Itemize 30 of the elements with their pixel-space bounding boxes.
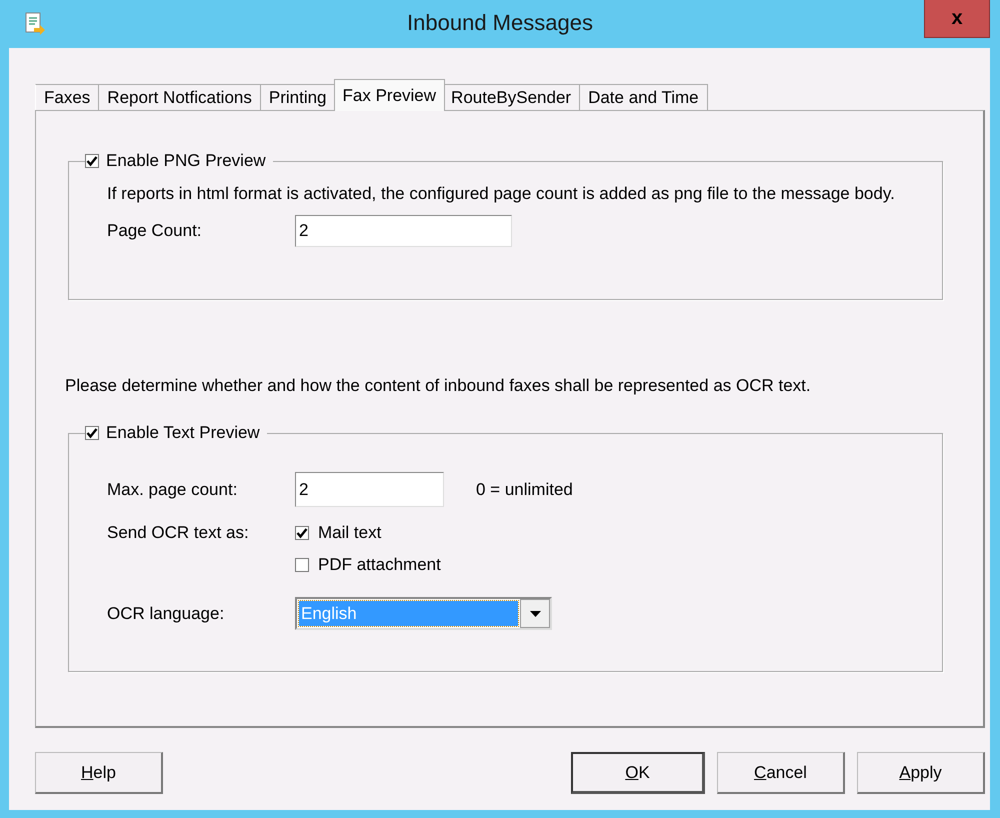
input-field[interactable]: 2 [295,472,444,507]
field-label: Send OCR text as: [107,523,250,543]
instruction-text: Please determine whether and how the content of inbound faxes shall be represented as OCR text. [65,376,812,396]
dialog-button[interactable]: Cancel [717,752,845,794]
tab[interactable]: Fax Preview [334,79,446,111]
checkbox[interactable] [85,154,99,168]
close-button[interactable]: x [924,0,990,38]
dialog-button[interactable]: OK [571,752,705,794]
field-label: Page Count: [107,221,203,241]
checkbox-label[interactable]: Mail text [318,523,382,543]
field-label: Max. page count: [107,480,238,500]
input-field[interactable]: 2 [295,215,512,247]
dialog-button[interactable]: Help [35,752,163,794]
checkbox[interactable] [295,558,309,572]
dialog-button[interactable]: Apply [857,752,985,794]
app-icon [24,12,46,36]
checkbox[interactable] [85,426,99,440]
dropdown-arrow-icon[interactable] [530,610,540,616]
tab[interactable]: Faxes [35,84,100,110]
tab[interactable]: RouteBySender [443,84,580,110]
checkbox-label[interactable]: PDF attachment [318,555,441,575]
window-title: Inbound Messages [407,10,593,35]
checkbox-label[interactable]: Enable PNG Preview [106,151,266,171]
tab[interactable]: Report Notfications [99,84,261,110]
checkbox-label[interactable]: Enable Text Preview [106,423,260,443]
description-text: If reports in html format is activated, the configured page count is added as png file to the message body. [107,183,896,205]
tab[interactable]: Date and Time [580,84,708,110]
field-label: OCR language: [107,604,226,624]
checkbox[interactable] [295,526,309,540]
hint-text: 0 = unlimited [476,480,573,500]
